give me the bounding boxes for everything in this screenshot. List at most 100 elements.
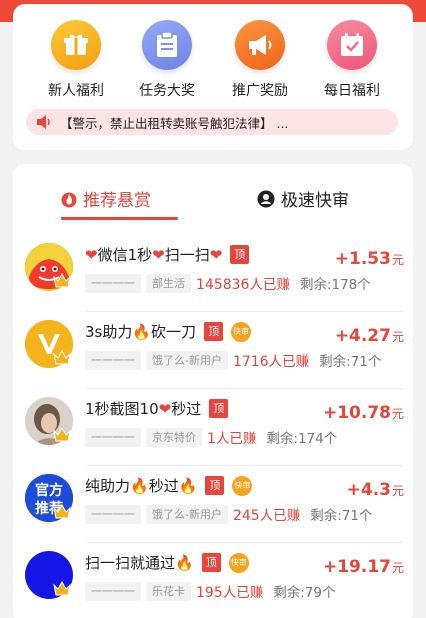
earned-suffix: 人已赚: [259, 508, 301, 524]
user-tag: 一一一一: [85, 350, 141, 370]
remaining-count: 剩余:79个: [273, 585, 336, 601]
earned-count: 245人已赚: [233, 504, 300, 524]
user-tag: 一一一一: [85, 427, 141, 447]
quick-entry-card: 新人福利 任务大奖 推广奖励 每日福利 【警示，禁止出租转卖账号触犯法律】 ..…: [13, 4, 413, 150]
user-tag: 一一一一: [85, 504, 141, 524]
megaphone-icon: [235, 20, 285, 70]
speaker-icon: [36, 115, 52, 129]
task-row[interactable]: 1秒截图10 ❤ 秒过 顶 一一一一 京东特价 1人已赚 剩余:174个 +10…: [13, 389, 413, 466]
entry-newcomer-welfare[interactable]: 新人福利: [36, 20, 116, 100]
title-text: 扫一扫: [164, 246, 210, 264]
entry-label: 新人福利: [48, 83, 104, 99]
earned-number: 245: [232, 508, 260, 524]
entry-promotion-reward[interactable]: 推广奖励: [220, 20, 300, 100]
clipboard-icon: [142, 20, 192, 70]
title-text: 3s助力: [85, 323, 133, 341]
task-row[interactable]: ❤ 微信1秒 ❤ 扫一扫 ❤ 顶 一一一一 部生活 145836人已赚 剩余:1…: [13, 235, 413, 312]
reward-value: +4.3: [346, 480, 391, 500]
fire-emoji: 🔥: [130, 476, 149, 495]
crown-icon: [53, 503, 71, 519]
top-badge: 顶: [201, 553, 221, 572]
avatar-text-line: 官方: [35, 482, 63, 499]
task-row[interactable]: 扫一扫就通过 🔥 顶 快审 一一一一 乐花卡 195人已赚 剩余:79个 +19…: [13, 543, 413, 618]
entry-label: 推广奖励: [232, 83, 288, 99]
reward-amount: +10.78元: [323, 403, 404, 423]
task-row[interactable]: 官方 推荐 纯助力 🔥 秒过 🔥 顶 快审 一一一一 饿了么-新用户 245人已赚…: [13, 466, 413, 543]
remaining-count: 剩余:71个: [319, 354, 382, 370]
calendar-icon: [327, 20, 377, 70]
reward-unit: 元: [391, 407, 404, 421]
reward-unit: 元: [391, 561, 404, 575]
entry-label: 每日福利: [324, 83, 380, 99]
task-title: 纯助力 🔥 秒过 🔥 顶 快审: [85, 475, 253, 496]
task-title: 1秒截图10 ❤ 秒过 顶: [85, 398, 229, 419]
reward-amount: +1.53元: [335, 249, 404, 269]
earned-count: 195人已赚: [196, 581, 263, 601]
tab-recommended-rewards[interactable]: 推荐悬赏: [61, 186, 151, 211]
reward-value: +10.78: [322, 403, 391, 423]
earned-suffix: 人已赚: [215, 431, 257, 447]
heart-emoji: ❤: [85, 245, 98, 264]
title-text: 砍一刀: [151, 323, 197, 341]
title-text: 微信1秒: [97, 246, 153, 264]
earned-count: 1716人已赚: [233, 350, 309, 370]
task-title: 扫一扫就通过 🔥 顶 快审: [85, 552, 249, 573]
earned-suffix: 人已赚: [249, 277, 290, 293]
fire-emoji: 🔥: [178, 476, 198, 495]
remaining-count: 剩余:178个: [299, 277, 371, 293]
task-row[interactable]: 3s助力 🔥 砍一刀 顶 快审 一一一一 饿了么-新用户 1716人已赚 剩余:…: [13, 312, 413, 389]
crown-icon: [53, 426, 71, 442]
category-tag: 乐花卡: [146, 581, 191, 601]
top-badge: 顶: [204, 322, 224, 341]
user-tag: 一一一一: [85, 581, 141, 601]
title-text: 秒过: [171, 400, 202, 418]
user-tag: 一一一一: [85, 273, 141, 293]
task-title: 3s助力 🔥 砍一刀 顶 快审: [85, 321, 252, 342]
fast-review-badge: 快审: [231, 321, 252, 342]
earned-number: 195: [196, 585, 223, 601]
reward-value: +4.27: [334, 326, 391, 346]
entry-task-prize[interactable]: 任务大奖: [127, 20, 207, 100]
top-badge: 顶: [230, 245, 250, 264]
heart-emoji: ❤: [209, 245, 223, 264]
category-tag: 饿了么-新用户: [146, 350, 228, 370]
entry-label: 任务大奖: [139, 83, 195, 99]
flame-icon: [61, 190, 77, 208]
earned-count: 145836人已赚: [196, 273, 290, 293]
task-meta: 一一一一 饿了么-新用户 245人已赚 剩余:71个: [85, 504, 372, 524]
title-text: 秒过: [148, 477, 179, 495]
reward-unit: 元: [391, 330, 404, 344]
earned-number: 145836: [196, 277, 250, 293]
category-tag: 京东特价: [146, 427, 202, 447]
task-list-card: 推荐悬赏 极速快审 ❤ 微信1秒 ❤ 扫一扫 ❤ 顶 一一一一 部生活 1458…: [13, 164, 413, 618]
title-text: 1秒截图10: [85, 400, 159, 418]
category-tag: 饿了么-新用户: [146, 504, 228, 524]
notice-bar[interactable]: 【警示，禁止出租转卖账号触犯法律】 ...: [26, 109, 398, 135]
heart-emoji: ❤: [158, 399, 172, 418]
task-meta: 一一一一 京东特价 1人已赚 剩余:174个: [85, 427, 337, 447]
top-badge: 顶: [209, 399, 229, 418]
earned-suffix: 人已赚: [268, 354, 310, 370]
active-tab-indicator: [61, 217, 178, 220]
task-meta: 一一一一 乐花卡 195人已赚 剩余:79个: [85, 581, 335, 601]
fire-emoji: 🔥: [132, 322, 152, 341]
quick-entry-row: 新人福利 任务大奖 推广奖励 每日福利: [13, 20, 413, 100]
entry-daily-welfare[interactable]: 每日福利: [312, 20, 392, 100]
category-tag: 部生活: [146, 273, 191, 293]
crown-icon: [53, 349, 71, 365]
title-text: 扫一扫就通过: [85, 554, 176, 572]
reward-value: +19.17: [322, 557, 391, 577]
crown-icon: [53, 272, 71, 288]
task-title: ❤ 微信1秒 ❤ 扫一扫 ❤ 顶: [85, 244, 250, 265]
tab-fast-review[interactable]: 极速快审: [257, 186, 349, 211]
heart-emoji: ❤: [152, 245, 165, 264]
remaining-count: 剩余:174个: [266, 431, 338, 447]
reward-value: +1.53: [334, 249, 391, 269]
notice-text: 【警示，禁止出租转卖账号触犯法律】 ...: [60, 115, 289, 131]
earned-count: 1人已赚: [207, 427, 256, 447]
fire-emoji: 🔥: [175, 553, 194, 572]
earned-number: 1: [207, 431, 216, 447]
task-meta: 一一一一 饿了么-新用户 1716人已赚 剩余:71个: [85, 350, 381, 370]
reward-amount: +4.3元: [347, 480, 404, 500]
tab-label: 推荐悬赏: [83, 191, 151, 211]
